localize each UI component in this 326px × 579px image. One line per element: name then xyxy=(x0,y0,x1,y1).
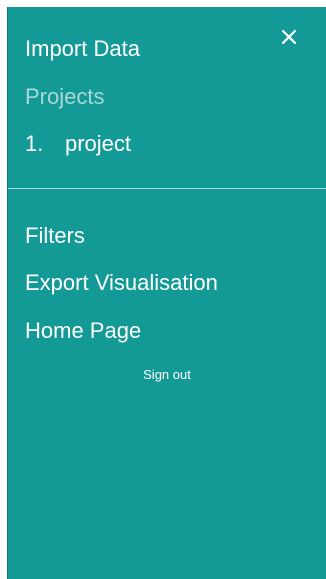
import-data-link[interactable]: Import Data xyxy=(25,35,140,63)
export-visualisation-link[interactable]: Export Visualisation xyxy=(25,269,218,297)
project-number: 1. xyxy=(25,131,44,156)
filters-link[interactable]: Filters xyxy=(25,222,85,250)
side-navigation-drawer: Import Data Projects 1. project Filters E… xyxy=(7,7,326,579)
close-icon xyxy=(281,29,297,45)
home-page-link[interactable]: Home Page xyxy=(25,317,141,345)
projects-heading: Projects xyxy=(25,84,105,109)
project-name: project xyxy=(65,131,132,156)
project-list-item[interactable]: 1. project xyxy=(25,130,131,158)
close-button[interactable] xyxy=(275,23,303,51)
menu-divider xyxy=(8,188,326,189)
sign-out-link[interactable]: Sign out xyxy=(8,366,326,384)
